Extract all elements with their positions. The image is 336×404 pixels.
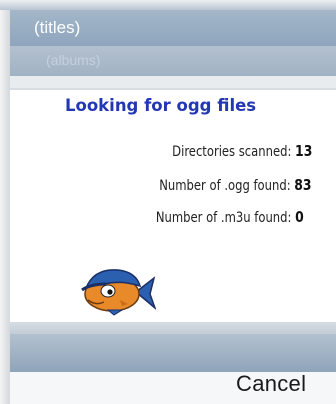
dialog-bottom-divider <box>10 322 336 334</box>
m3u-count-value: 0 <box>295 208 304 226</box>
list-title: (titles) <box>34 18 81 37</box>
m3u-count-label: Number of .m3u found: <box>156 210 292 226</box>
directories-scanned-label: Directories scanned: <box>171 144 292 160</box>
ogg-count-row: Number of .ogg found: 83 <box>160 176 312 194</box>
scan-dialog: Looking for ogg files Directories scanne… <box>10 88 336 324</box>
list-subtitle: (albums) <box>46 52 101 68</box>
directories-scanned-value: 13 <box>294 142 312 160</box>
cancel-softkey-button[interactable]: Cancel <box>236 371 306 397</box>
phone-screen: (titles) (albums) Looking for ogg files … <box>0 0 336 404</box>
screen-left-edge <box>0 0 10 404</box>
fish-mascot-icon <box>81 269 156 316</box>
screen-top-edge <box>0 0 336 10</box>
ogg-count-value: 83 <box>294 176 312 194</box>
dialog-title: Looking for ogg files <box>65 96 257 115</box>
m3u-count-row: Number of .m3u found: 0 <box>156 208 304 226</box>
directories-scanned-row: Directories scanned: 13 <box>172 142 312 160</box>
softkey-separator-bar <box>10 334 336 372</box>
ogg-count-label: Number of .ogg found: <box>159 178 292 194</box>
